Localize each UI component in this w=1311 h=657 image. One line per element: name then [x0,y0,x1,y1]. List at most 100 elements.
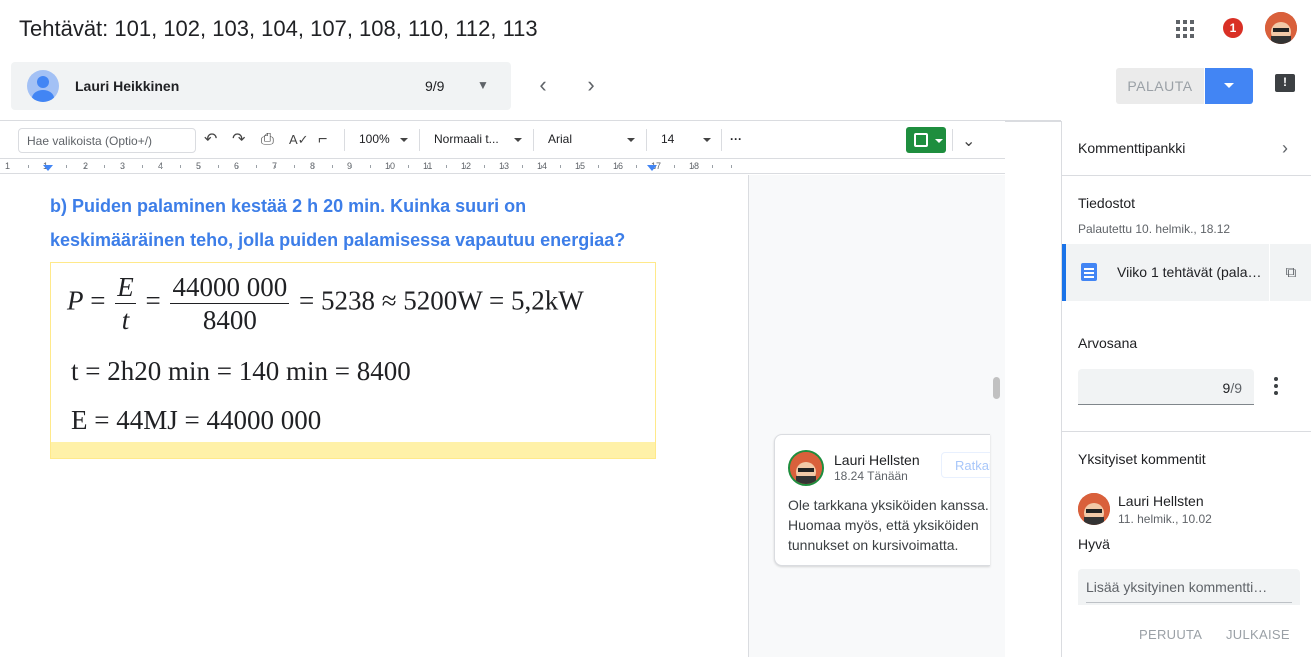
ruler-tick [237,165,238,168]
ruler-tick [522,165,523,168]
style-select[interactable]: Normaali t... [434,132,499,146]
submitted-time: Palautettu 10. helmik., 18.12 [1078,222,1231,236]
open-external-icon[interactable]: ⧉ [1269,244,1311,301]
chevron-right-icon[interactable]: › [579,74,603,98]
avatar-image-icon [1265,12,1297,44]
fraction-e-over-t: Et [115,271,136,336]
private-comment-author: Lauri Hellsten [1118,493,1204,509]
ruler-tick [541,165,542,168]
resolve-button[interactable]: Ratkaise [941,452,990,478]
edit-mode-button[interactable] [906,127,946,153]
ruler-tick [275,165,276,168]
feedback-icon[interactable] [1275,74,1295,92]
ruler: 1123456789101112131415161718 [0,160,1005,174]
comment-time: 18.24 Tänään [834,469,908,483]
ruler-tick [104,165,105,168]
spellcheck-icon[interactable]: A✓ [289,131,309,149]
ruler-tick [199,165,200,168]
student-dropdown-icon[interactable]: ▼ [477,78,489,92]
return-dropdown-button[interactable] [1205,68,1253,104]
ruler-number: 12 [461,161,472,171]
ruler-tick [446,165,447,168]
fraction-denominator: 8400 [202,305,257,335]
ruler-tick [693,165,694,168]
apps-grid-icon[interactable] [1176,20,1194,38]
right-indent-marker[interactable] [647,165,657,171]
ruler-tick [465,165,466,168]
private-comment-input[interactable]: Lisää yksityinen kommentti… [1078,569,1300,605]
font-size-select[interactable]: 14 [661,132,674,146]
menu-search-input[interactable]: Hae valikoista (Optio+/) [18,128,196,153]
zoom-select[interactable]: 100% [359,132,390,146]
ruler-tick [351,165,352,168]
file-name: Viiko 1 tehtävät (palautus) [1117,264,1267,280]
ruler-number: 14 [537,161,548,171]
equation-energy: E = 44MJ = 44000 000 [71,405,322,435]
ruler-tick [560,165,561,168]
chevron-right-icon[interactable]: › [1282,138,1288,159]
ruler-tick [66,165,67,168]
ruler-tick [218,165,219,168]
toolbar-separator [721,129,722,151]
ruler-tick [370,165,371,168]
left-indent-marker[interactable] [43,165,53,171]
private-comment-time: 11. helmik., 10.02 [1118,512,1212,526]
ruler-tick [712,165,713,168]
selected-indicator [1062,244,1066,301]
student-name: Lauri Heikkinen [75,78,180,94]
private-comment-text: Hyvä [1078,536,1110,552]
comment-margin [748,175,1005,657]
ruler-tick [617,165,618,168]
more-vert-icon[interactable] [1274,377,1278,395]
ruler-tick [427,165,428,168]
doc-file-icon [1081,263,1097,281]
more-options-icon[interactable]: ··· [730,132,742,146]
ruler-tick [313,165,314,168]
question-line-2: keskimääräinen teho, jolla puiden palami… [50,230,626,250]
document-page: b) Puiden palaminen kestää 2 h 20 min. K… [0,175,748,657]
toolbar-separator [952,129,953,151]
caret-down-icon [935,139,943,143]
toolbar-separator [533,129,534,151]
comment-card[interactable]: Lauri Hellsten 18.24 Tänään Ratkaise Ole… [774,434,990,566]
student-avatar-icon [27,70,59,102]
fraction-denominator: t [121,305,130,335]
attached-file[interactable]: Viiko 1 tehtävät (palautus) ⧉ [1062,244,1311,301]
redo-icon[interactable]: ↷ [232,131,245,149]
cancel-button[interactable]: PERUUTA [1139,627,1202,642]
ruler-tick [294,165,295,168]
ruler-tick [142,165,143,168]
ruler-tick [731,165,732,168]
private-comment-avatar [1078,493,1110,525]
font-caret-icon [627,138,635,142]
ruler-number: 13 [499,161,510,171]
paint-format-icon[interactable]: ⌐ [318,131,327,149]
account-avatar[interactable] [1265,12,1297,44]
chevron-down-icon[interactable]: ⌄ [962,131,975,151]
caret-down-icon [1224,83,1234,88]
top-bar: Tehtävät: 101, 102, 103, 104, 107, 108, … [0,0,1311,60]
return-button[interactable]: PALAUTA [1116,68,1204,104]
post-button[interactable]: JULKAISE [1226,627,1290,642]
comment-bank-link[interactable]: Kommenttipankki [1078,140,1185,156]
chevron-left-icon[interactable]: ‹ [531,74,555,98]
ruler-tick [484,165,485,168]
print-icon[interactable]: ⎙ [261,131,274,149]
ruler-tick [180,165,181,168]
grade-heading: Arvosana [1078,335,1138,351]
font-select[interactable]: Arial [548,132,572,146]
avatar-image-icon [790,452,822,484]
ruler-tick [161,165,162,168]
files-heading: Tiedostot [1078,195,1136,211]
student-selector[interactable]: Lauri Heikkinen 9/9 ▼ [11,62,511,110]
ruler-tick [636,165,637,168]
undo-icon[interactable]: ↶ [204,131,217,149]
scrollbar-thumb[interactable] [993,377,1000,399]
docs-toolbar: Hae valikoista (Optio+/) ↶ ↷ ⎙ A✓ ⌐ 100%… [0,121,1005,159]
ruler-number: 18 [689,161,700,171]
question-line-1: b) Puiden palaminen kestää 2 h 20 min. K… [50,196,527,216]
notification-badge[interactable]: 1 [1223,18,1243,38]
equation-time: t = 2h20 min = 140 min = 8400 [71,356,411,386]
grade-input[interactable]: 9/9 [1078,369,1254,405]
fraction-energy-over-time: 44000 000 8400 [170,271,290,336]
